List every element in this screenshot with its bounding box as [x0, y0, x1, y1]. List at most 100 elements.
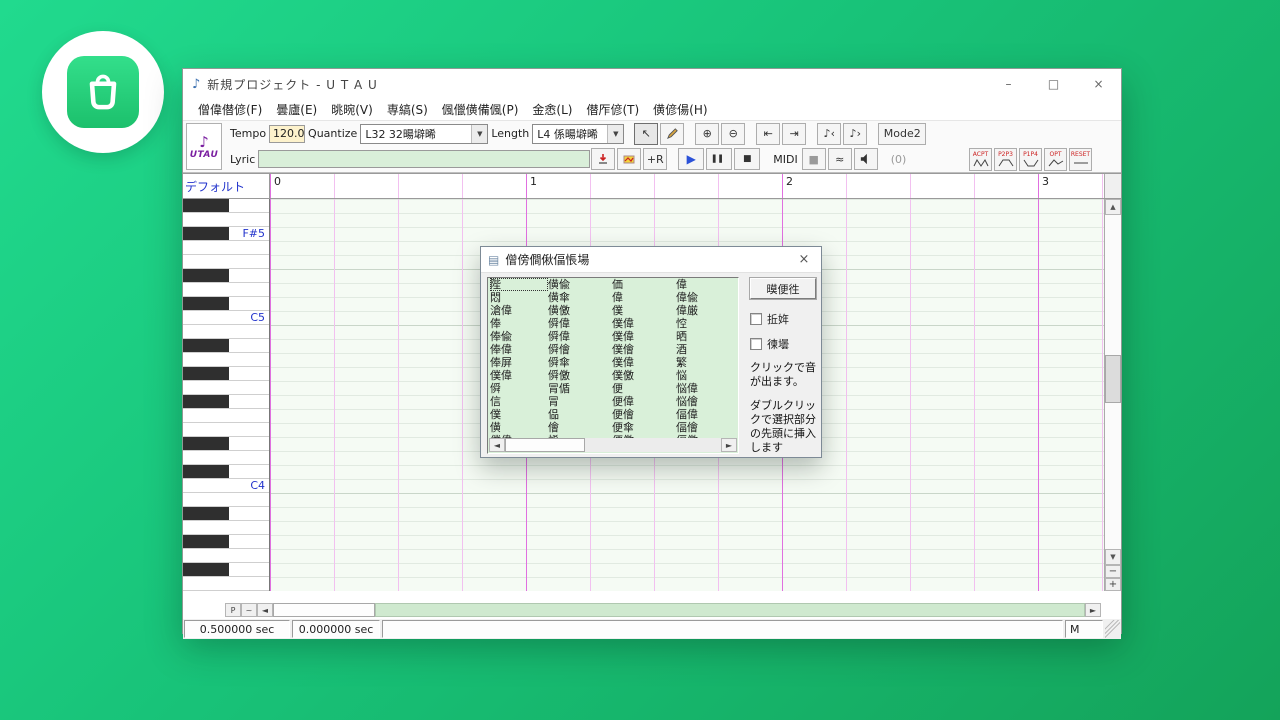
go-end-button[interactable]: ⇥	[782, 123, 806, 145]
app-launcher[interactable]	[42, 31, 164, 153]
utau-logo-button[interactable]: ♪ UTAU	[186, 123, 222, 170]
checkbox-row-1[interactable]: 拞姩	[750, 311, 819, 327]
scroll-down-button[interactable]: ▼	[1105, 549, 1121, 565]
titlebar[interactable]: ♪ 新規プロジェクト - U T A U – □ ×	[183, 69, 1121, 99]
timeline-ruler[interactable]: 0 1 2 3	[270, 174, 1104, 198]
portamento-button[interactable]: ≈	[828, 148, 852, 170]
checkbox-row-2[interactable]: 徚壜	[750, 336, 819, 352]
resize-grip[interactable]	[1105, 620, 1120, 638]
list-cell[interactable]: 繁	[676, 356, 732, 369]
playback-p-button[interactable]: P	[225, 603, 241, 617]
track-name-label[interactable]: デフォルト	[183, 174, 270, 198]
list-row[interactable]: 僙儈便傘偪儈	[488, 421, 738, 434]
list-cell[interactable]: 偉	[676, 278, 732, 291]
list-cell[interactable]: 僕儈	[612, 343, 676, 356]
select-tool-button[interactable]: ↖	[634, 123, 658, 145]
menu-item-view[interactable]: 晀晼(V)	[324, 100, 380, 119]
menu-item-project[interactable]: 偑儠僙備偑(P)	[435, 100, 526, 119]
list-cell[interactable]: 僕偉	[490, 369, 548, 382]
record-button[interactable]: ■	[802, 148, 826, 170]
list-scroll-track[interactable]	[585, 438, 721, 452]
menu-item-tools[interactable]: 僣厏偐(T)	[579, 100, 646, 119]
minimize-button[interactable]: –	[986, 69, 1031, 99]
scroll-left-button[interactable]: ◄	[257, 603, 273, 617]
horizontal-scrollbar[interactable]: P ~ ◄ ►	[183, 603, 1121, 617]
envelope-preset-button[interactable]: RESET	[1069, 148, 1092, 171]
horizontal-scroll-thumb[interactable]	[273, 603, 375, 617]
preview-button[interactable]: 暯便徃	[750, 278, 816, 299]
export-wav-button[interactable]	[591, 148, 615, 170]
menu-item-help[interactable]: 僙偐偒(H)	[646, 100, 714, 119]
list-cell[interactable]: 僕偉	[612, 356, 676, 369]
list-cell[interactable]: 冐	[548, 395, 612, 408]
quantize-select[interactable]: L32 32暘壀晞 ▼	[360, 124, 488, 144]
list-row[interactable]: 悶僙傘偉偉偸	[488, 291, 738, 304]
list-horizontal-scrollbar[interactable]: ◄ ►	[489, 438, 737, 452]
insert-rest-button[interactable]: +R	[643, 148, 667, 170]
list-scroll-thumb[interactable]	[505, 438, 585, 452]
envelope-preset-button[interactable]: ACPT	[969, 148, 992, 171]
list-cell[interactable]: 俸屏	[490, 356, 548, 369]
list-cell[interactable]: 滄偉	[490, 304, 548, 317]
list-row[interactable]: 俸僢偉僕偉悾	[488, 317, 738, 330]
chevron-down-icon[interactable]: ▼	[607, 125, 623, 143]
list-cell[interactable]: 便儈	[612, 408, 676, 421]
maximize-button[interactable]: □	[1031, 69, 1076, 99]
list-cell[interactable]: 僢	[490, 382, 548, 395]
list-cell[interactable]: 悩儈	[676, 395, 732, 408]
envelope-preset-button[interactable]: OPT	[1044, 148, 1067, 171]
close-button[interactable]: ×	[1076, 69, 1121, 99]
list-cell[interactable]: 信	[490, 395, 548, 408]
scroll-up-button[interactable]: ▲	[1105, 199, 1121, 215]
list-row[interactable]: 信冐便偉悩儈	[488, 395, 738, 408]
lyric-input[interactable]	[258, 150, 590, 168]
mode2-button[interactable]: Mode2	[878, 123, 926, 145]
list-row[interactable]: 俸屏僢傘僕偉繁	[488, 356, 738, 369]
list-cell[interactable]: 俸	[490, 317, 548, 330]
wave-toggle-button[interactable]: ~	[241, 603, 257, 617]
list-cell[interactable]: 僢傘	[548, 356, 612, 369]
list-cell[interactable]: 偉	[612, 291, 676, 304]
zoom-plus-button[interactable]: +	[1105, 578, 1121, 591]
checkbox-icon[interactable]	[750, 313, 762, 325]
stop-button[interactable]: ■	[734, 148, 760, 170]
list-cell[interactable]: 偪儈	[676, 421, 732, 434]
list-cell[interactable]: 僙儌	[548, 304, 612, 317]
list-cell[interactable]: 僕	[612, 304, 676, 317]
vertical-scroll-track[interactable]	[1105, 215, 1121, 549]
list-cell[interactable]: 僙偸	[548, 278, 612, 291]
list-cell[interactable]: 僕偉	[612, 317, 676, 330]
list-cell[interactable]: 俸偉	[490, 343, 548, 356]
list-cell[interactable]: 僕偉	[612, 330, 676, 343]
list-scroll-right-button[interactable]: ►	[721, 438, 737, 452]
checkbox-icon[interactable]	[750, 338, 762, 350]
menu-item-lyrics[interactable]: 金悆(L)	[525, 100, 579, 119]
dialog-close-button[interactable]: ×	[789, 247, 819, 272]
tempo-input[interactable]: 120.0	[269, 125, 305, 143]
menu-item-edit[interactable]: 曇廬(E)	[269, 100, 324, 119]
list-cell[interactable]: 便傘	[612, 421, 676, 434]
zoom-minus-button[interactable]: −	[1105, 565, 1121, 578]
list-cell[interactable]: 悩	[676, 369, 732, 382]
list-cell[interactable]: 僙	[490, 421, 548, 434]
list-scroll-left-button[interactable]: ◄	[489, 438, 505, 452]
length-select[interactable]: L4 係暘壀晞 ▼	[532, 124, 624, 144]
list-cell[interactable]: 俸偸	[490, 330, 548, 343]
vertical-scrollbar[interactable]: ▲ ▼ − +	[1104, 199, 1121, 591]
speaker-button[interactable]	[854, 148, 878, 170]
list-cell[interactable]: 僙傘	[548, 291, 612, 304]
list-cell[interactable]: 悾	[676, 317, 732, 330]
pen-tool-button[interactable]	[660, 123, 684, 145]
next-note-button[interactable]: ♪›	[843, 123, 867, 145]
menu-item-file[interactable]: 僧偉僣偐(F)	[191, 100, 269, 119]
prev-note-button[interactable]: ♪‹	[817, 123, 841, 145]
scroll-right-button[interactable]: ►	[1085, 603, 1101, 617]
list-cell[interactable]: 便偉	[612, 395, 676, 408]
list-row[interactable]: 僢冐偱便悩偉	[488, 382, 738, 395]
list-row[interactable]: 僕偘便儈偪偉	[488, 408, 738, 421]
vertical-scroll-thumb[interactable]	[1105, 355, 1121, 403]
list-row[interactable]: 俸偸僢偉僕偉晒	[488, 330, 738, 343]
list-cell[interactable]: 酒	[676, 343, 732, 356]
play-button[interactable]: ▶	[678, 148, 704, 170]
list-cell[interactable]: 偉厳	[676, 304, 732, 317]
